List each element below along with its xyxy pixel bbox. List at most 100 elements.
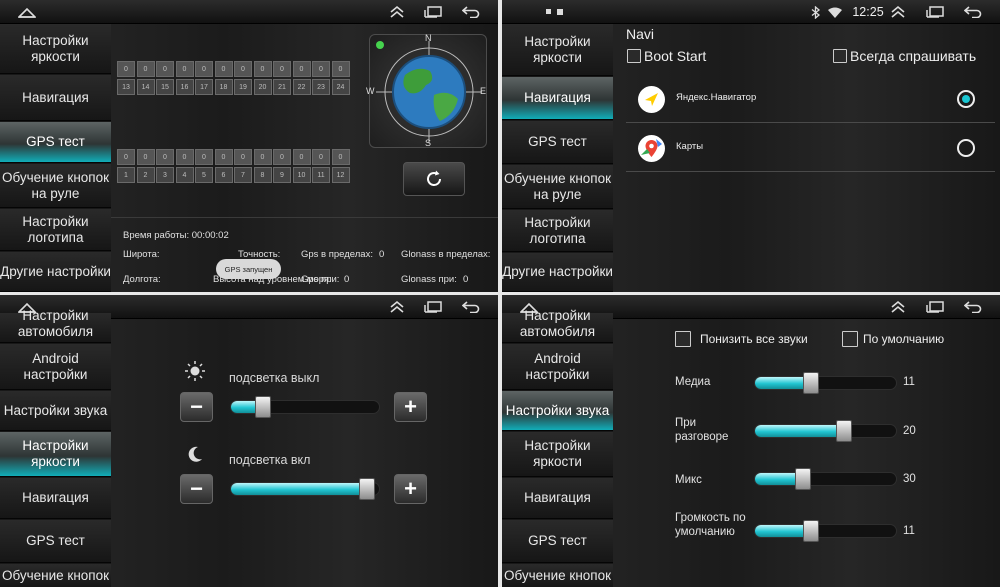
sidebar-item-brightness[interactable]: Настройки яркости (0, 24, 111, 74)
backlight-on-slider[interactable] (230, 478, 380, 500)
satellite-grid-top: 0 0 0 0 0 0 0 0 0 0 0 0 13 14 15 16 17 1… (117, 61, 350, 95)
sat-id: 22 (292, 79, 311, 95)
sat-value: 0 (253, 149, 272, 165)
sat-value: 0 (156, 61, 174, 77)
collapse-icon[interactable] (885, 0, 911, 24)
home-icon[interactable] (14, 0, 40, 24)
default-checkbox[interactable]: По умолчанию (842, 331, 944, 347)
recent-apps-icon[interactable] (420, 0, 446, 24)
sidebar-item-brightness[interactable]: Настройки яркости (502, 24, 613, 76)
sidebar-item-navigation[interactable]: Навигация (502, 478, 613, 519)
sat-value: 0 (195, 61, 213, 77)
backlight-off-slider[interactable] (230, 396, 380, 418)
back-icon[interactable] (960, 295, 986, 319)
app-label: Яндекс.Навигатор (676, 92, 757, 103)
sidebar-item-steering-learning[interactable]: Обучение кнопок (502, 564, 613, 587)
sidebar-item-steering-learning[interactable]: Обучение кнопок на руле (502, 165, 613, 209)
sidebar-item-logo[interactable]: Настройки логотипа (0, 209, 111, 251)
sidebar-item-steering-learning[interactable]: Обучение кнопок (0, 564, 111, 587)
sidebar-item-sound[interactable]: Настройки звука (502, 391, 613, 431)
sat-value: 0 (136, 61, 155, 77)
backlight-off-minus-button[interactable]: − (180, 392, 213, 422)
sat-id: 6 (214, 167, 233, 183)
recent-apps-icon[interactable] (420, 295, 446, 319)
slider-thumb[interactable] (803, 372, 819, 394)
back-icon[interactable] (960, 0, 986, 24)
sat-id: 11 (312, 167, 330, 183)
lower-all-sounds-checkbox[interactable]: Понизить все звуки (675, 331, 808, 347)
slider-thumb[interactable] (836, 420, 852, 442)
navi-panel: 12:25 Настройки яркости Навигация GPS те… (502, 0, 1000, 292)
sat-id: 13 (117, 79, 135, 95)
gps-in-range-value: 0 (379, 249, 385, 260)
gps-started-toast: GPS запущен (216, 259, 281, 279)
recent-apps-icon[interactable] (922, 0, 948, 24)
default-volume-slider[interactable] (754, 520, 897, 542)
sidebar-item-car-settings[interactable]: Настройки автомобиля (502, 308, 613, 343)
sidebar-item-android[interactable]: Android настройки (0, 344, 111, 390)
sat-value: 0 (136, 149, 155, 165)
sat-id: 14 (136, 79, 155, 95)
sat-value: 0 (195, 149, 213, 165)
sidebar-item-gps-test[interactable]: GPS тест (502, 520, 613, 563)
default-volume-label: Громкость по умолчанию (675, 512, 746, 538)
sidebar-item-other[interactable]: Другие настройки (502, 253, 613, 292)
sat-id: 19 (234, 79, 252, 95)
sidebar-item-sound[interactable]: Настройки звука (0, 391, 111, 431)
default-label: По умолчанию (863, 332, 945, 346)
sidebar-item-navigation[interactable]: Навигация (502, 77, 613, 120)
back-icon[interactable] (458, 0, 484, 24)
moon-icon (186, 445, 204, 468)
slider-thumb[interactable] (795, 468, 811, 490)
app-row-yandex[interactable]: Яндекс.Навигатор (626, 75, 995, 123)
sidebar-item-brightness[interactable]: Настройки яркости (0, 432, 111, 477)
collapse-icon[interactable] (885, 295, 911, 319)
back-icon[interactable] (458, 295, 484, 319)
collapse-icon[interactable] (384, 295, 410, 319)
sidebar-item-gps-test[interactable]: GPS тест (0, 520, 111, 563)
slider-thumb[interactable] (359, 478, 375, 500)
sidebar-item-steering-learning[interactable]: Обучение кнопок на руле (0, 164, 111, 208)
sat-id: 20 (253, 79, 272, 95)
sidebar-item-gps-test[interactable]: GPS тест (502, 121, 613, 164)
compass-east: E (480, 86, 487, 96)
radio-selected[interactable] (957, 90, 975, 108)
slider-thumb[interactable] (255, 396, 271, 418)
backlight-off-plus-button[interactable]: + (394, 392, 427, 422)
sat-value: 0 (331, 149, 350, 165)
settings-sidebar: Настройки автомобиля Android настройки Н… (0, 308, 111, 587)
sat-value: 0 (292, 149, 311, 165)
sat-id: 15 (156, 79, 174, 95)
sidebar-item-android[interactable]: Android настройки (502, 344, 613, 390)
radio-unselected[interactable] (957, 139, 975, 157)
sidebar-item-navigation[interactable]: Навигация (0, 75, 111, 121)
sidebar-item-brightness[interactable]: Настройки яркости (502, 432, 613, 477)
checkbox-box[interactable] (842, 331, 858, 347)
mix-volume-slider[interactable] (754, 468, 897, 490)
sat-id: 12 (331, 167, 350, 183)
compass-west: W (366, 86, 375, 96)
sidebar-item-logo[interactable]: Настройки логотипа (502, 210, 613, 252)
sidebar-item-gps-test[interactable]: GPS тест (0, 122, 111, 163)
always-ask-checkbox[interactable]: Всегда спрашивать (833, 48, 976, 64)
refresh-button[interactable] (403, 162, 465, 196)
app-row-maps[interactable]: Карты (626, 124, 995, 172)
sidebar-item-other[interactable]: Другие настройки (0, 252, 111, 292)
backlight-on-plus-button[interactable]: + (394, 474, 427, 504)
sat-value: 0 (312, 149, 330, 165)
glonass-when-value: 0 (463, 274, 469, 285)
sidebar-item-car-settings[interactable]: Настройки автомобиля (0, 308, 111, 343)
backlight-on-minus-button[interactable]: − (180, 474, 213, 504)
call-volume-slider[interactable] (754, 420, 897, 442)
collapse-icon[interactable] (384, 0, 410, 24)
sat-id: 7 (234, 167, 252, 183)
checkbox-box[interactable] (627, 49, 641, 63)
media-volume-slider[interactable] (754, 372, 897, 394)
checkbox-box[interactable] (833, 49, 847, 63)
checkbox-box[interactable] (675, 331, 691, 347)
sat-id: 4 (175, 167, 194, 183)
sidebar-item-navigation[interactable]: Навигация (0, 478, 111, 519)
boot-start-checkbox[interactable]: Boot Start (627, 48, 706, 64)
slider-thumb[interactable] (803, 520, 819, 542)
recent-apps-icon[interactable] (922, 295, 948, 319)
